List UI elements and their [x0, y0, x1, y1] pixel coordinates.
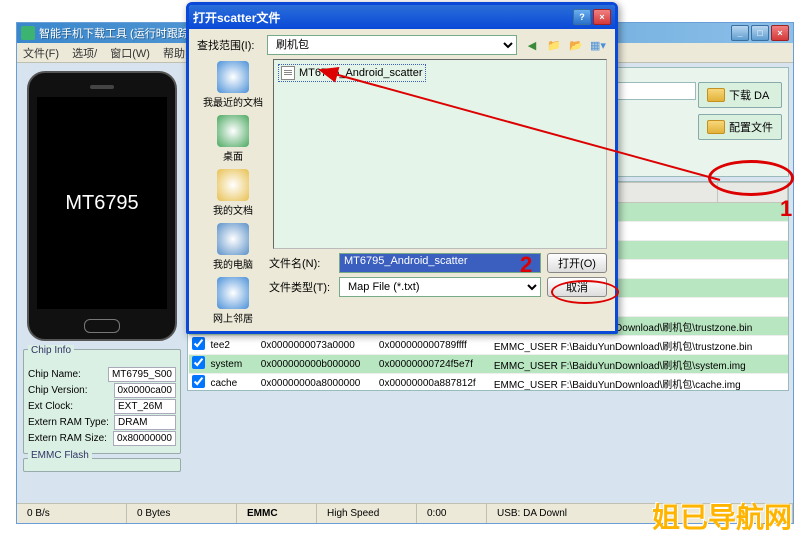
status-time: 0:00	[417, 504, 487, 523]
emmc-flash-box: EMMC Flash	[23, 458, 181, 472]
file-icon	[281, 66, 295, 80]
back-icon[interactable]: ◀	[523, 36, 541, 54]
place-icon	[217, 115, 249, 147]
left-pane: MT6795 Chip Info Chip Name:MT6795_S00Chi…	[17, 63, 187, 503]
config-file-button[interactable]: 配置文件	[698, 114, 782, 140]
place-item[interactable]: 桌面	[201, 113, 265, 165]
chip-row: Extern RAM Type:DRAM	[28, 415, 176, 430]
maximize-button[interactable]: □	[751, 25, 769, 41]
chip-row: Ext Clock:EXT_26M	[28, 399, 176, 414]
filename-combo[interactable]: MT6795_Android_scatter	[339, 253, 541, 273]
close-button[interactable]: ×	[771, 25, 789, 41]
up-icon[interactable]: 📁	[545, 36, 563, 54]
chip-row: Extern RAM Size:0x80000000	[28, 431, 176, 446]
download-da-button[interactable]: 下载 DA	[698, 82, 782, 108]
dialog-titlebar: 打开scatter文件 ? ×	[189, 5, 615, 29]
places-bar: 我最近的文档桌面我的文档我的电脑网上邻居	[197, 59, 269, 249]
cancel-button[interactable]: 取消	[547, 277, 607, 297]
status-highspeed: High Speed	[317, 504, 417, 523]
new-folder-icon[interactable]: 📂	[567, 36, 585, 54]
view-icon[interactable]: ▦▾	[589, 36, 607, 54]
place-icon	[217, 169, 249, 201]
dialog-help-button[interactable]: ?	[573, 9, 591, 25]
dialog-title: 打开scatter文件	[193, 9, 573, 26]
open-scatter-dialog: 打开scatter文件 ? × 查找范围(I): 刷机包 ◀ 📁 📂 ▦▾ 我最…	[186, 2, 618, 334]
status-bytes: 0 Bytes	[127, 504, 237, 523]
folder-icon	[707, 88, 725, 102]
chip-info-box: Chip Info Chip Name:MT6795_S00Chip Versi…	[23, 349, 181, 454]
menu-file[interactable]: 文件(F)	[23, 48, 59, 60]
place-item[interactable]: 我的电脑	[201, 221, 265, 273]
file-list[interactable]: MT6795_Android_scatter	[273, 59, 607, 249]
status-speed: 0 B/s	[17, 504, 127, 523]
column-header[interactable]	[717, 183, 787, 203]
status-usb: USB: DA Downl	[487, 504, 793, 523]
row-checkbox[interactable]	[192, 356, 205, 369]
menu-help[interactable]: 帮助	[163, 48, 185, 60]
statusbar: 0 B/s 0 Bytes EMMC High Speed 0:00 USB: …	[17, 503, 793, 523]
place-icon	[217, 61, 249, 93]
scatter-file-item[interactable]: MT6795_Android_scatter	[278, 64, 426, 82]
emmc-legend: EMMC Flash	[28, 450, 92, 461]
table-row[interactable]: system0x000000000b0000000x00000000724f5e…	[189, 355, 788, 374]
place-icon	[217, 277, 249, 309]
phone-preview: MT6795	[27, 71, 177, 341]
place-item[interactable]: 我的文档	[201, 167, 265, 219]
place-icon	[217, 223, 249, 255]
chip-info-legend: Chip Info	[28, 345, 74, 356]
minimize-button[interactable]: _	[731, 25, 749, 41]
dialog-close-button[interactable]: ×	[593, 9, 611, 25]
lookin-label: 查找范围(I):	[197, 37, 267, 53]
row-checkbox[interactable]	[192, 375, 205, 388]
filetype-combo[interactable]: Map File (*.txt)	[339, 277, 541, 297]
app-icon	[21, 26, 35, 40]
chip-row: Chip Version:0x0000ca00	[28, 383, 176, 398]
lookin-combo[interactable]: 刷机包	[267, 35, 517, 55]
phone-label: MT6795	[37, 97, 167, 309]
menu-option[interactable]: 选项/	[72, 48, 97, 60]
status-mode: EMMC	[237, 504, 317, 523]
place-item[interactable]: 我最近的文档	[201, 59, 265, 111]
filetype-label: 文件类型(T):	[269, 279, 339, 295]
row-checkbox[interactable]	[192, 337, 205, 350]
table-row[interactable]: tee20x0000000073a00000x000000000789ffffE…	[189, 336, 788, 355]
folder-icon	[707, 120, 725, 134]
table-row[interactable]: cache0x00000000a80000000x00000000a887812…	[189, 374, 788, 392]
open-button[interactable]: 打开(O)	[547, 253, 607, 273]
filename-label: 文件名(N):	[269, 255, 339, 271]
menu-window[interactable]: 窗口(W)	[110, 48, 150, 60]
chip-row: Chip Name:MT6795_S00	[28, 367, 176, 382]
place-item[interactable]: 网上邻居	[201, 275, 265, 327]
